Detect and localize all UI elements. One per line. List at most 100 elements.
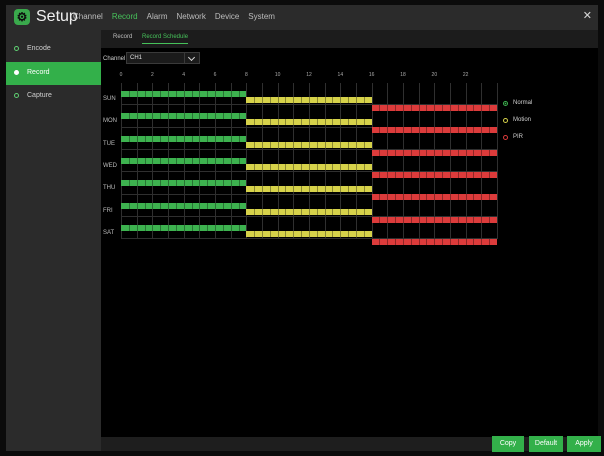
half-hour-tick	[222, 113, 224, 120]
half-hour-tick	[191, 202, 193, 209]
sidebar-item-capture[interactable]: Capture	[6, 85, 101, 108]
half-hour-tick	[395, 194, 397, 201]
schedule-block-pir[interactable]	[371, 171, 497, 178]
nav-device[interactable]: Device	[215, 12, 239, 21]
half-hour-tick	[238, 113, 240, 120]
half-hour-tick	[168, 91, 169, 97]
half-hour-tick	[293, 97, 295, 103]
day-label: SAT	[103, 229, 115, 236]
half-hour-tick	[261, 186, 263, 193]
bullet-icon	[14, 70, 19, 75]
schedule-block-normal[interactable]	[121, 91, 247, 97]
nav-alarm[interactable]: Alarm	[147, 12, 168, 21]
schedule-block-normal[interactable]	[121, 157, 247, 164]
half-hour-tick	[207, 180, 209, 187]
half-hour-tick	[395, 127, 397, 134]
half-hour-tick	[449, 238, 451, 245]
half-hour-tick	[191, 157, 193, 164]
schedule-block-motion[interactable]	[246, 141, 372, 148]
half-hour-tick	[136, 91, 138, 97]
half-hour-tick	[199, 180, 201, 187]
schedule-block-normal[interactable]	[121, 113, 247, 120]
nav-system[interactable]: System	[248, 12, 275, 21]
half-hour-tick	[449, 171, 451, 178]
half-hour-tick	[152, 202, 154, 209]
apply-button[interactable]: Apply	[567, 436, 601, 452]
half-hour-tick	[332, 119, 334, 126]
schedule-block-pir[interactable]	[371, 238, 497, 245]
nav-record[interactable]: Record	[112, 12, 138, 21]
half-hour-tick	[418, 149, 420, 156]
half-hour-tick	[410, 194, 412, 201]
half-hour-tick	[340, 97, 342, 103]
half-hour-tick	[489, 127, 491, 134]
schedule-block-pir[interactable]	[371, 149, 497, 156]
chevron-down-icon[interactable]	[184, 53, 199, 63]
channel-select[interactable]: CH1	[126, 52, 200, 64]
schedule-block-motion[interactable]	[246, 230, 372, 237]
half-hour-tick	[395, 149, 397, 156]
half-hour-tick	[293, 230, 295, 237]
half-hour-tick	[308, 119, 310, 126]
half-hour-tick	[457, 149, 459, 156]
schedule-block-normal[interactable]	[121, 202, 247, 209]
schedule-block-motion[interactable]	[246, 119, 372, 126]
half-hour-tick	[183, 113, 185, 120]
schedule-block-motion[interactable]	[246, 208, 372, 215]
half-hour-tick	[191, 113, 193, 120]
schedule-block-pir[interactable]	[371, 105, 497, 111]
half-hour-tick	[136, 224, 138, 231]
half-hour-tick	[465, 105, 467, 111]
half-hour-tick	[473, 127, 475, 134]
half-hour-tick	[175, 180, 177, 187]
sidebar-item-record[interactable]: Record	[6, 62, 101, 85]
sidebar-item-encode[interactable]: Encode	[6, 38, 101, 61]
bullet-icon	[14, 93, 19, 98]
schedule-block-normal[interactable]	[121, 180, 247, 187]
nav-channel[interactable]: Channel	[73, 12, 103, 21]
schedule-block-normal[interactable]	[121, 135, 247, 142]
half-hour-tick	[418, 105, 420, 111]
half-hour-tick	[387, 149, 389, 156]
schedule-block-pir[interactable]	[371, 216, 497, 223]
half-hour-tick	[175, 202, 177, 209]
nav-network[interactable]: Network	[177, 12, 206, 21]
half-hour-tick	[144, 135, 146, 142]
half-hour-tick	[183, 91, 185, 97]
half-hour-tick	[363, 163, 365, 170]
half-hour-tick	[128, 202, 130, 209]
hour-label: 6	[213, 72, 217, 78]
schedule-block-normal[interactable]	[121, 224, 247, 231]
half-hour-tick	[308, 97, 310, 103]
half-hour-tick	[402, 149, 404, 156]
tab-record-schedule[interactable]: Record Schedule	[142, 34, 189, 44]
schedule-block-motion[interactable]	[246, 97, 372, 103]
half-hour-tick	[489, 149, 491, 156]
schedule-block-pir[interactable]	[371, 127, 497, 134]
half-hour-tick	[168, 157, 169, 164]
schedule-block-pir[interactable]	[371, 194, 497, 201]
half-hour-tick	[152, 224, 154, 231]
half-hour-tick	[481, 127, 483, 134]
half-hour-tick	[230, 91, 232, 97]
half-hour-tick	[481, 105, 483, 111]
half-hour-tick	[324, 208, 326, 215]
half-hour-tick	[168, 224, 169, 231]
half-hour-tick	[308, 230, 310, 237]
half-hour-tick	[434, 149, 436, 156]
hour-label: 20	[431, 72, 438, 78]
copy-button[interactable]: Copy	[492, 436, 524, 452]
close-icon[interactable]: ✕	[583, 9, 592, 22]
schedule-block-motion[interactable]	[246, 163, 372, 170]
half-hour-tick	[426, 171, 428, 178]
half-hour-tick	[410, 105, 412, 111]
schedule-grid[interactable]	[121, 83, 498, 245]
sidebar-item-label: Capture	[27, 92, 52, 99]
default-button[interactable]: Default	[529, 436, 563, 452]
half-hour-tick	[340, 186, 342, 193]
tab-record[interactable]: Record	[113, 34, 132, 40]
half-hour-tick	[332, 186, 334, 193]
half-hour-tick	[285, 208, 287, 215]
schedule-block-motion[interactable]	[246, 186, 372, 193]
half-hour-tick	[191, 180, 193, 187]
